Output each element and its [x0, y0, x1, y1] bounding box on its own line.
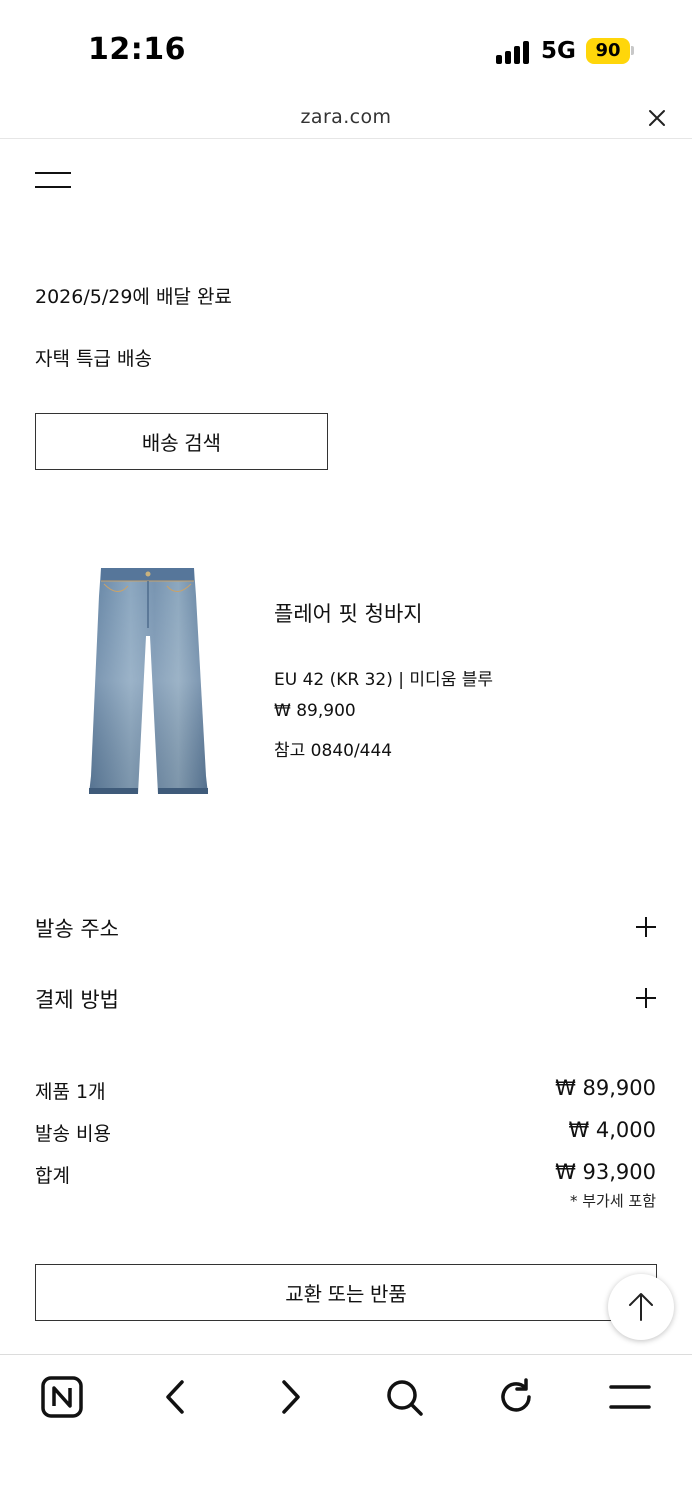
forward-icon[interactable] — [266, 1373, 314, 1421]
shipping-address-label[interactable]: 발송 주소 — [35, 913, 119, 943]
search-icon[interactable] — [380, 1373, 428, 1421]
product-size-color: EU 42 (KR 32) | 미디움 블루 — [274, 670, 494, 690]
battery-icon — [631, 46, 634, 55]
delivery-status: 2026/5/29에 배달 완료 — [35, 286, 232, 308]
close-icon[interactable] — [644, 105, 670, 131]
product-name[interactable]: 플레어 핏 청바지 — [274, 598, 423, 628]
payment-method-label[interactable]: 결제 방법 — [35, 984, 119, 1014]
items-count-label: 제품 1개 — [35, 1081, 106, 1103]
items-subtotal: ₩ 89,900 — [555, 1076, 656, 1100]
shipping-cost-value: ₩ 4,000 — [568, 1118, 656, 1142]
reload-icon[interactable] — [492, 1373, 540, 1421]
battery-level: 90 — [586, 38, 630, 64]
total-value: ₩ 93,900 — [555, 1160, 656, 1184]
arrow-up-icon — [629, 1293, 653, 1321]
status-time: 12:16 — [88, 32, 186, 67]
plus-icon[interactable] — [636, 917, 656, 937]
delivery-method: 자택 특급 배송 — [35, 348, 152, 370]
total-label: 합계 — [35, 1165, 70, 1187]
toolbar-divider — [0, 1354, 692, 1355]
menu-icon[interactable] — [606, 1373, 654, 1421]
url-text[interactable]: zara.com — [0, 106, 692, 128]
product-price: ₩ 89,900 — [274, 701, 356, 721]
jeans-image — [89, 568, 208, 794]
hamburger-menu-icon[interactable] — [35, 172, 71, 192]
urlbar-divider — [0, 138, 692, 139]
signal-icon — [496, 40, 532, 64]
naver-home-icon[interactable] — [38, 1373, 86, 1421]
shipping-cost-label: 발송 비용 — [35, 1123, 111, 1145]
product-image[interactable] — [84, 566, 214, 798]
product-reference: 참고 0840/444 — [274, 741, 393, 761]
scroll-to-top-button[interactable] — [608, 1274, 674, 1340]
vat-note: * 부가세 포함 — [569, 1192, 656, 1210]
back-icon[interactable] — [152, 1373, 200, 1421]
network-type: 5G — [541, 38, 576, 64]
plus-icon[interactable] — [636, 988, 656, 1008]
exchange-return-button[interactable]: 교환 또는 반품 — [35, 1264, 657, 1321]
track-shipment-button[interactable]: 배송 검색 — [35, 413, 328, 470]
